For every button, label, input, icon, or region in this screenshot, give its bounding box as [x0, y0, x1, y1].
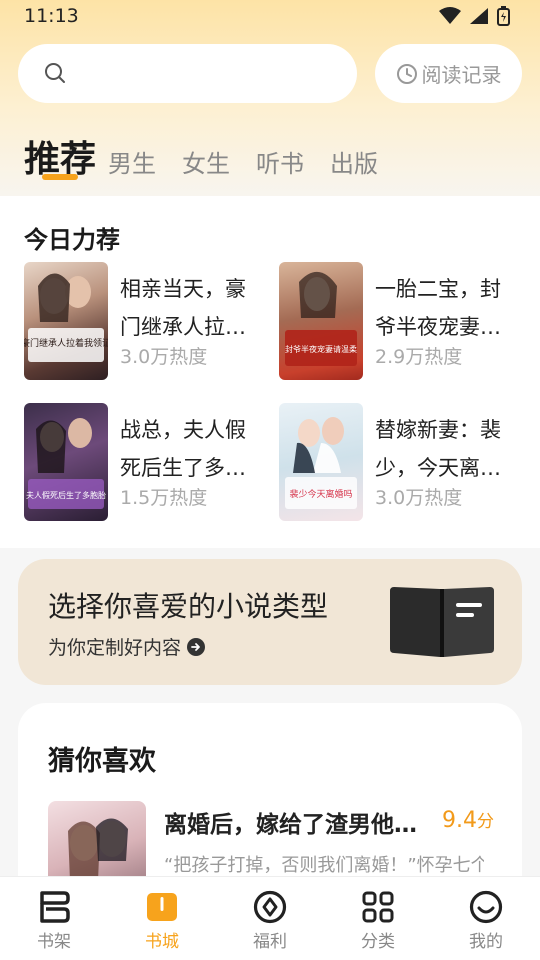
section-title: 猜你喜欢: [48, 746, 156, 777]
nav-label: 分类: [361, 932, 395, 952]
cover-title: 封爷半夜宠妻请温柔: [285, 344, 357, 354]
book-title: 相亲当天，豪门继承人拉着…: [120, 277, 246, 339]
nav-label: 书城: [145, 932, 179, 952]
book-heat: 2.9万热度: [375, 346, 463, 368]
promo-subtitle-text: 为你定制好内容: [48, 637, 182, 659]
bookstore-icon: [147, 893, 177, 921]
book-card[interactable]: 豪门继承人拉着我领证 相亲当天，豪门继承人拉着… 3.0万热度: [24, 262, 264, 380]
book-title: 替嫁新妻：裴少，今天离婚…: [375, 418, 501, 480]
score-unit: 分: [477, 812, 494, 832]
cover-title: 豪门继承人拉着我领证: [24, 337, 108, 349]
nav-welfare[interactable]: 福利: [216, 877, 324, 960]
bookshelf-icon: [40, 891, 70, 923]
arrow-right-icon: [187, 637, 206, 656]
nav-profile[interactable]: 我的: [432, 877, 540, 960]
nav-bookstore[interactable]: 书城: [108, 877, 216, 960]
signal-icon: [470, 8, 488, 24]
tab-female[interactable]: 女生: [182, 144, 230, 184]
wifi-icon: [439, 7, 461, 24]
book-title: 战总，夫人假死后生了多胞…: [120, 418, 246, 480]
book-score: 9.4分: [442, 807, 494, 833]
book-cover: 封爷半夜宠妻请温柔: [279, 262, 363, 380]
book-heat: 1.5万热度: [120, 487, 208, 509]
status-time: 11:13: [24, 5, 79, 27]
battery-icon: [497, 6, 510, 26]
cover-art: 夫人假死后生了多胞胎: [26, 418, 106, 509]
tab-audiobook[interactable]: 听书: [256, 144, 304, 184]
today-recommend-section: 今日力荐 豪门继承人拉着我领证 相亲当天，豪门继承人拉着… 3.0万热度 封爷半…: [0, 196, 540, 548]
category-tabs: 推荐 男生 女生 听书 出版: [24, 124, 404, 184]
tab-male[interactable]: 男生: [108, 144, 156, 184]
score-value: 9.4: [442, 808, 477, 833]
nav-bookshelf[interactable]: 书架: [0, 877, 108, 960]
book-heat: 3.0万热度: [375, 487, 463, 509]
nav-category[interactable]: 分类: [324, 877, 432, 960]
nav-label: 我的: [469, 932, 503, 952]
bottom-navigation: 书架 书城 福利 分类 我的: [0, 876, 540, 960]
cover-art: 封爷半夜宠妻请温柔: [285, 271, 357, 366]
reading-history-label: 阅读记录: [421, 63, 502, 87]
search-input[interactable]: [18, 44, 357, 103]
promo-title: 选择你喜爱的小说类型: [48, 590, 329, 623]
book-cover: 夫人假死后生了多胞胎: [24, 403, 108, 521]
status-icons: [439, 6, 510, 26]
welfare-icon: [253, 890, 287, 924]
book-description: “把孩子打掉，否则我们离婚！”怀孕七个: [164, 855, 484, 876]
clock-icon: [396, 63, 417, 84]
section-title: 今日力荐: [24, 226, 120, 254]
nav-label: 书架: [37, 932, 71, 952]
cover-art: 豪门继承人拉着我领证: [24, 273, 108, 362]
status-bar: 11:13: [0, 0, 540, 34]
profile-icon: [469, 890, 503, 924]
reading-history-button[interactable]: 阅读记录: [375, 44, 522, 103]
book-cover: 豪门继承人拉着我领证: [24, 262, 108, 380]
book-card[interactable]: 裴少今天离婚吗 替嫁新妻：裴少，今天离婚… 3.0万热度: [279, 403, 519, 521]
book-card[interactable]: 封爷半夜宠妻请温柔 一胎二宝，封爷半夜宠妻请… 2.9万热度: [279, 262, 519, 380]
search-icon: [45, 63, 65, 83]
book-cover: 裴少今天离婚吗: [279, 403, 363, 521]
tab-publish[interactable]: 出版: [330, 144, 378, 184]
cover-art: 裴少今天离婚吗: [285, 417, 357, 509]
genre-preference-banner[interactable]: 选择你喜爱的小说类型 为你定制好内容: [18, 559, 522, 685]
book-card[interactable]: 夫人假死后生了多胞胎 战总，夫人假死后生了多胞… 1.5万热度: [24, 403, 264, 521]
book-title[interactable]: 离婚后，嫁给了渣男他…: [164, 805, 426, 839]
open-book-icon: [390, 587, 494, 657]
cover-title: 裴少今天离婚吗: [289, 488, 352, 500]
nav-label: 福利: [253, 932, 287, 952]
active-tab-indicator: [42, 174, 78, 180]
category-icon: [362, 891, 394, 923]
book-heat: 3.0万热度: [120, 346, 208, 368]
cover-title: 夫人假死后生了多胞胎: [26, 490, 106, 500]
book-title: 一胎二宝，封爷半夜宠妻请…: [375, 277, 501, 339]
promo-subtitle: 为你定制好内容: [48, 633, 206, 660]
